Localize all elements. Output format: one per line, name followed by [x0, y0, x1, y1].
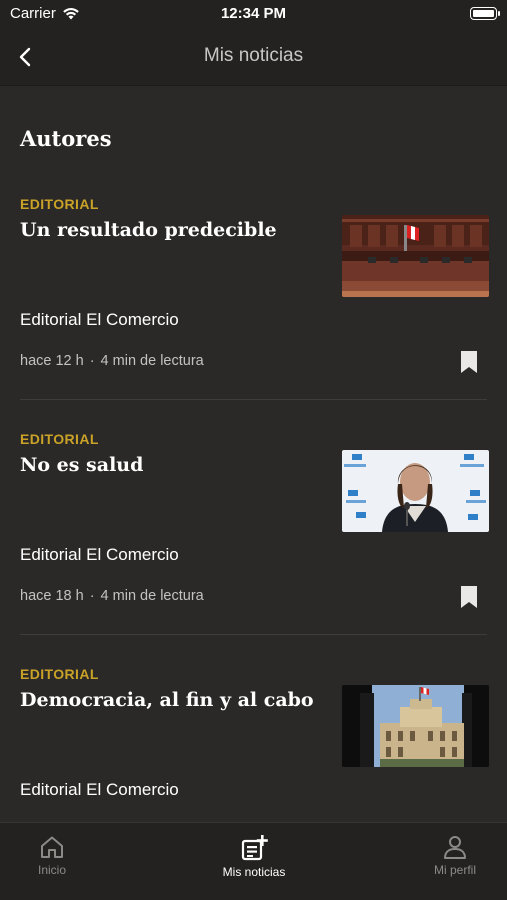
article-reading-time: 4 min de lectura: [100, 353, 204, 369]
article-thumbnail[interactable]: [342, 685, 489, 767]
navigation-bar: Mis noticias: [0, 30, 507, 86]
article-author: Editorial El Comercio: [20, 545, 179, 564]
article-headline[interactable]: Democracia, al fin y al cabo: [20, 687, 325, 713]
home-icon: [41, 836, 63, 858]
article-headline[interactable]: Un resultado predecible: [20, 217, 325, 243]
tab-inicio[interactable]: Inicio: [22, 823, 82, 900]
status-bar: Carrier 12:34 PM: [0, 0, 507, 30]
article-time: hace 18 h: [20, 588, 84, 604]
user-icon: [444, 836, 466, 859]
article-reading-time: 4 min de lectura: [100, 588, 204, 604]
tab-label: Inicio: [37, 863, 66, 877]
tab-mi-perfil[interactable]: Mi perfil: [425, 823, 485, 900]
article-meta: hace 18 h · 4 min de lectura: [20, 588, 204, 604]
meta-separator: ·: [89, 588, 95, 604]
article-category: EDITORIAL: [20, 431, 99, 447]
article-headline[interactable]: No es salud: [20, 452, 325, 478]
section-title: Autores: [20, 126, 112, 151]
page-title: Mis noticias: [203, 45, 304, 66]
meta-separator: ·: [89, 353, 95, 369]
divider: [20, 634, 487, 635]
article-author: Editorial El Comercio: [20, 780, 179, 799]
battery-icon: [470, 7, 500, 20]
congress-chamber-image: [342, 215, 489, 297]
tab-bar: Inicio Mis noticias Mi perfil: [0, 822, 507, 900]
bookmark-icon[interactable]: [458, 585, 480, 609]
news-feed[interactable]: Autores EDITORIAL Un resultado predecibl…: [0, 86, 507, 822]
article-thumbnail[interactable]: [342, 215, 489, 297]
article-author: Editorial El Comercio: [20, 310, 179, 329]
tab-mis-noticias[interactable]: Mis noticias: [209, 823, 299, 900]
status-time: 12:34 PM: [220, 5, 287, 22]
divider: [20, 399, 487, 400]
tab-label: Mis noticias: [222, 865, 286, 879]
tab-label: Mi perfil: [433, 863, 476, 877]
article-time: hace 12 h: [20, 353, 84, 369]
government-palace-image: [342, 685, 489, 767]
bookmark-icon[interactable]: [458, 350, 480, 374]
article-category: EDITORIAL: [20, 196, 99, 212]
news-add-icon: [241, 835, 268, 861]
article-meta: hace 12 h · 4 min de lectura: [20, 353, 204, 369]
article-thumbnail[interactable]: [342, 450, 489, 532]
article-card[interactable]: EDITORIAL No es salud Editorial El Comer…: [0, 431, 507, 666]
press-conference-image: [342, 450, 489, 532]
article-card[interactable]: EDITORIAL Democracia, al fin y al cabo E…: [0, 666, 507, 822]
article-category: EDITORIAL: [20, 666, 99, 682]
article-card[interactable]: EDITORIAL Un resultado predecible Editor…: [0, 196, 507, 431]
